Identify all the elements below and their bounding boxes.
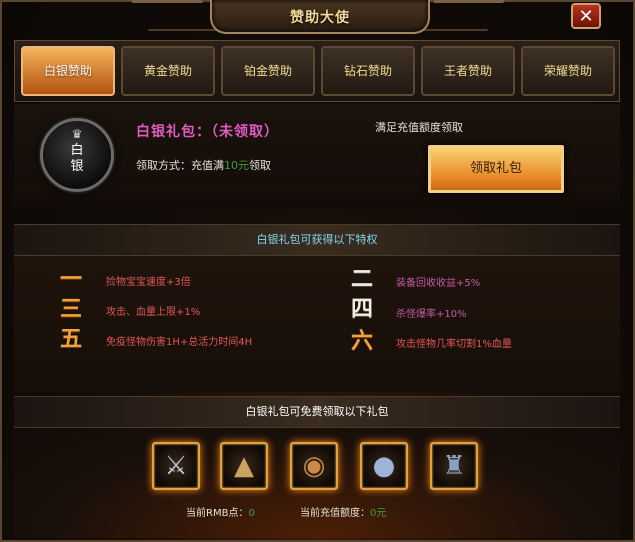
perk-2: 装备回收收益+5% [396,278,481,289]
perk-number-6: 六 [350,329,373,354]
perk-number-5: 五 [59,327,82,352]
window-title: 赞助大使 [290,10,350,26]
gift-slot-1[interactable]: ⚔ [152,442,200,490]
claim-method-prefix: 领取方式：充值满 [136,159,224,172]
tab-gold[interactable]: 黄金赞助 [121,46,215,96]
tab-king[interactable]: 王者赞助 [421,46,515,96]
rmb-value: 0 [248,508,255,519]
silver-badge: ♛ 白银 [40,118,114,192]
tab-platinum[interactable]: 铂金赞助 [221,46,315,96]
badge-label: 白银 [70,143,84,174]
perk-number-2: 二 [350,267,373,292]
rmb-balance: 当前RMB点：0 [186,504,255,519]
recharge-label: 当前充值额度： [300,508,370,519]
perks-header: 白银礼包可获得以下特权 [14,224,620,256]
gift-slot-2[interactable]: ▲ [220,442,268,490]
title-plate: 赞助大使 [210,0,430,34]
pack-title: 白银礼包：（未领取） [136,124,279,140]
perk-3: 攻击、血量上限+1% [106,307,201,318]
gifts-header: 白银礼包可免费领取以下礼包 [14,396,620,428]
claim-method: 领取方式：充值满10元领取 [136,157,271,173]
claw-weapon-icon: ⚔ [164,451,188,481]
gift-slot-3[interactable]: ◉ [290,442,338,490]
recharge-value: 0元 [370,508,387,519]
tab-silver[interactable]: 白银赞助 [21,46,115,96]
perks-panel [14,256,620,392]
claim-method-amount: 10元 [224,159,249,172]
close-icon: ✕ [578,6,594,27]
armor-icon: ♜ [442,451,466,481]
perk-6: 攻击怪物几率切割1%血量 [396,339,512,350]
perk-number-1: 一 [59,267,82,292]
rmb-label: 当前RMB点： [186,508,249,519]
gift-slot-4[interactable]: ● [360,442,408,490]
crown-icon: ♛ [71,127,83,141]
claim-pack-button[interactable]: 领取礼包 [428,145,564,193]
perk-1: 捡物宝宝速度+3倍 [106,277,191,288]
straw-hat-icon: ▲ [234,451,254,481]
sponsor-tab-bar: 白银赞助 黄金赞助 铂金赞助 钻石赞助 王者赞助 荣耀赞助 [14,40,620,102]
tab-diamond[interactable]: 钻石赞助 [321,46,415,96]
round-shield-icon: ◉ [302,451,326,481]
gift-slot-5[interactable]: ♜ [430,442,478,490]
claim-hint: 满足充值额度领取 [375,121,463,134]
claim-method-suffix: 领取 [249,159,271,172]
recharge-amount: 当前充值额度：0元 [300,504,386,519]
perk-4: 杀怪爆率+10% [396,309,467,320]
perk-number-3: 三 [59,297,82,322]
tab-glory[interactable]: 荣耀赞助 [521,46,615,96]
close-button[interactable]: ✕ [571,3,601,29]
perk-5: 免疫怪物伤害1H+总活力时间4H [106,337,253,348]
orb-icon: ● [372,451,396,481]
perk-number-4: 四 [350,297,373,322]
